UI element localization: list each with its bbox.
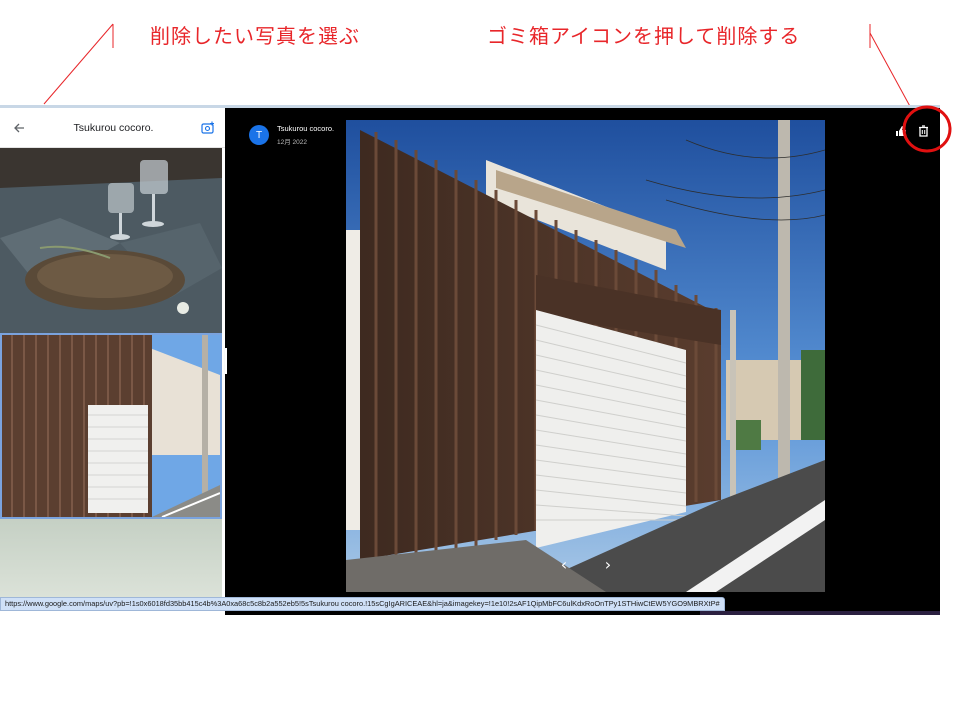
photo-date: 12月 2022 <box>277 139 307 146</box>
viewer-actions <box>894 124 930 138</box>
progress-strip <box>700 611 940 615</box>
status-url: https://www.google.com/maps/uv?pb=!1s0x6… <box>0 597 725 611</box>
place-title: Tsukurou cocoro. <box>73 121 154 134</box>
wooden-garage-photo[interactable] <box>0 333 222 519</box>
tutorial-slide: 削除したい写真を選ぶ ゴミ箱アイコンを押して削除する Tsukurou coco… <box>0 0 960 720</box>
photo-list-panel: Tsukurou cocoro. <box>0 108 225 615</box>
glasses-on-tray-photo[interactable] <box>0 148 222 333</box>
author-name[interactable]: Tsukurou cocoro. <box>277 124 334 133</box>
add-photo-icon[interactable] <box>199 119 217 137</box>
avatar[interactable]: T <box>249 125 269 145</box>
annotation-delete-instruction: ゴミ箱アイコンを押して削除する <box>487 24 801 48</box>
chevron-right-icon[interactable]: › <box>598 554 618 574</box>
author-info: T Tsukurou cocoro. 12月 2022 <box>249 124 334 146</box>
annotation-select-photo: 削除したい写真を選ぶ <box>150 24 360 48</box>
photo-list-header: Tsukurou cocoro. <box>0 108 225 148</box>
arrow-left-icon[interactable] <box>10 119 28 137</box>
chevron-left-icon[interactable]: ‹ <box>554 554 574 574</box>
trash-icon[interactable] <box>916 124 930 138</box>
main-photo-garage[interactable] <box>346 120 825 592</box>
maps-photo-window: Tsukurou cocoro. T Tsukurou cocoro. 12月 … <box>0 105 940 615</box>
share-icon[interactable] <box>894 124 908 138</box>
photo-viewer: T Tsukurou cocoro. 12月 2022 ‹ › <box>227 108 940 615</box>
